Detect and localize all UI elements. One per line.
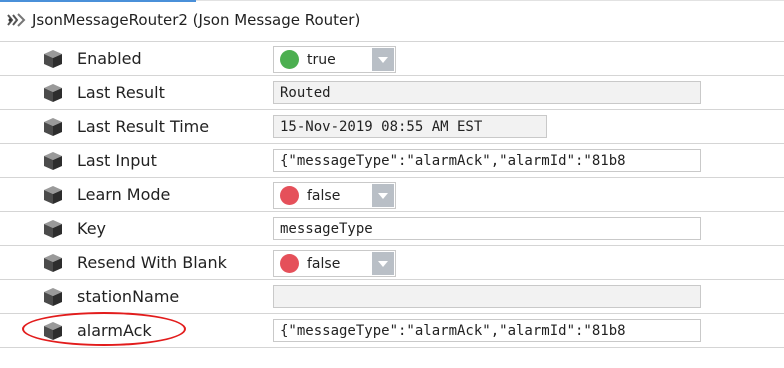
- learn-mode-dropdown[interactable]: false: [273, 182, 396, 209]
- last-result-time-field: 15-Nov-2019 08:55 AM EST: [273, 115, 547, 138]
- property-label: Learn Mode: [77, 185, 171, 204]
- top-accent-line: [0, 0, 196, 2]
- enabled-dropdown[interactable]: true: [273, 46, 396, 73]
- cube-icon: [44, 118, 62, 136]
- cube-icon: [44, 288, 62, 306]
- property-row-last-input: Last Input {"messageType":"alarmAck","al…: [0, 144, 784, 178]
- station-name-field: [273, 285, 701, 308]
- cube-icon: [44, 84, 62, 102]
- property-row-key: Key messageType: [0, 212, 784, 246]
- property-label: stationName: [77, 287, 180, 306]
- property-row-resend-with-blank: Resend With Blank false: [0, 246, 784, 280]
- enabled-value: true: [307, 51, 336, 68]
- property-row-enabled: Enabled true: [0, 41, 784, 76]
- property-row-station-name: stationName: [0, 280, 784, 314]
- resend-with-blank-value: false: [307, 255, 341, 272]
- status-dot-icon: [280, 186, 299, 205]
- learn-mode-value: false: [307, 187, 341, 204]
- property-label: Last Result: [77, 83, 165, 102]
- chevron-down-icon[interactable]: [372, 48, 394, 71]
- alarm-ack-field[interactable]: {"messageType":"alarmAck","alarmId":"81b…: [273, 319, 701, 342]
- cube-icon: [44, 220, 62, 238]
- last-input-field[interactable]: {"messageType":"alarmAck","alarmId":"81b…: [273, 149, 701, 172]
- cube-icon: [44, 152, 62, 170]
- cube-icon: [44, 254, 62, 272]
- property-row-learn-mode: Learn Mode false: [0, 178, 784, 212]
- cube-icon: [44, 50, 62, 68]
- property-label: Key: [77, 219, 107, 238]
- property-row-last-result: Last Result Routed: [0, 76, 784, 110]
- property-label: Resend With Blank: [77, 253, 227, 272]
- property-sheet: Enabled true Last Result Routed Last Res…: [0, 41, 784, 348]
- status-dot-icon: [280, 254, 299, 273]
- property-row-last-result-time: Last Result Time 15-Nov-2019 08:55 AM ES…: [0, 110, 784, 144]
- component-title: JsonMessageRouter2 (Json Message Router): [32, 11, 361, 29]
- key-input[interactable]: messageType: [273, 217, 701, 240]
- component-header: JsonMessageRouter2 (Json Message Router): [6, 9, 360, 31]
- property-row-alarm-ack: alarmAck {"messageType":"alarmAck","alar…: [0, 312, 784, 348]
- chevron-down-icon[interactable]: [372, 184, 394, 207]
- property-label: Enabled: [77, 49, 142, 68]
- link-arrows-icon: [7, 13, 26, 27]
- chevron-down-icon[interactable]: [372, 252, 394, 275]
- cube-icon: [44, 322, 62, 340]
- last-result-field: Routed: [273, 81, 701, 104]
- property-label: Last Result Time: [77, 117, 210, 136]
- property-label: Last Input: [77, 151, 157, 170]
- status-dot-icon: [280, 50, 299, 69]
- resend-with-blank-dropdown[interactable]: false: [273, 250, 396, 277]
- top-divider: [196, 0, 784, 1]
- cube-icon: [44, 186, 62, 204]
- property-label: alarmAck: [77, 321, 152, 340]
